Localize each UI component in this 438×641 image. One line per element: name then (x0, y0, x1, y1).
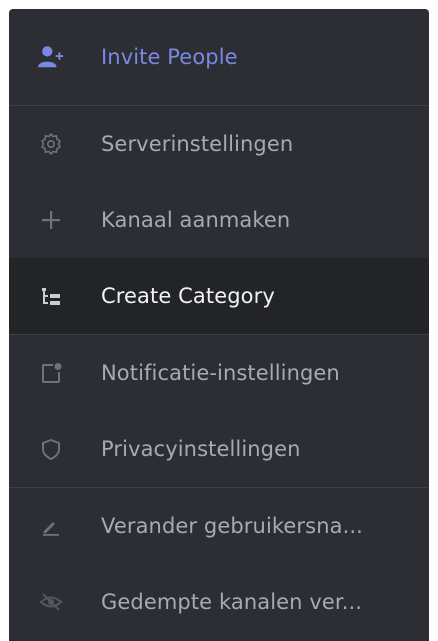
menu-item-server-settings[interactable]: Serverinstellingen (9, 106, 429, 182)
menu-item-change-nickname[interactable]: Verander gebruikersna... (9, 488, 429, 564)
menu-item-hide-muted-channels[interactable]: Gedempte kanalen ver... (9, 564, 429, 640)
menu-item-create-channel[interactable]: Kanaal aanmaken (9, 182, 429, 258)
menu-item-invite-people[interactable]: Invite People (9, 9, 429, 105)
menu-item-label: Gedempte kanalen ver... (101, 590, 363, 614)
menu-item-create-category[interactable]: Create Category (9, 258, 429, 334)
menu-item-label: Create Category (101, 284, 275, 308)
menu-item-label: Invite People (101, 45, 238, 69)
notification-icon (37, 359, 65, 387)
menu-item-privacy-settings[interactable]: Privacyinstellingen (9, 411, 429, 487)
menu-item-label: Serverinstellingen (101, 132, 294, 156)
eye-slash-icon (37, 588, 65, 616)
plus-icon (37, 206, 65, 234)
menu-item-notification-settings[interactable]: Notificatie-instellingen (9, 335, 429, 411)
add-user-icon (37, 43, 65, 71)
server-context-menu: Invite People Serverinstellingen Kanaal … (9, 9, 429, 641)
gear-icon (37, 130, 65, 158)
category-icon (37, 282, 65, 310)
menu-item-label: Verander gebruikersna... (101, 514, 363, 538)
shield-icon (37, 435, 65, 463)
menu-item-label: Kanaal aanmaken (101, 208, 291, 232)
menu-item-label: Privacyinstellingen (101, 437, 301, 461)
pencil-icon (37, 512, 65, 540)
menu-item-label: Notificatie-instellingen (101, 361, 340, 385)
